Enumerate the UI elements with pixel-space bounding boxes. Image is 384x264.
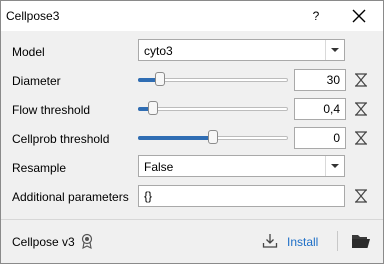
window-title: Cellpose3 — [6, 9, 60, 23]
title-bar: Cellpose3 ? — [1, 1, 383, 31]
flow-threshold-slider[interactable] — [138, 100, 290, 118]
download-icon — [262, 234, 278, 248]
slider-fill — [138, 136, 213, 140]
cellprob-threshold-label: Cellprob threshold — [12, 132, 110, 146]
close-button[interactable] — [347, 6, 371, 26]
model-value: cyto3 — [144, 44, 173, 58]
install-label: Install — [287, 235, 319, 249]
resample-label: Resample — [12, 161, 67, 175]
slider-handle[interactable] — [208, 130, 218, 144]
award-badge-icon[interactable] — [80, 233, 94, 249]
resample-value: False — [144, 160, 174, 174]
additional-parameters-input[interactable]: {} — [138, 185, 345, 207]
cellpose-dialog: Cellpose3 ? Model cyto3 Diameter 30 Flow… — [0, 0, 384, 264]
reset-icon[interactable] — [353, 188, 369, 204]
reset-icon[interactable] — [353, 101, 369, 117]
footer-separator — [337, 231, 338, 251]
slider-groove — [138, 107, 288, 111]
slider-handle[interactable] — [155, 72, 165, 86]
reset-icon[interactable] — [353, 130, 369, 146]
model-dropdown-button[interactable] — [325, 40, 344, 60]
diameter-slider[interactable] — [138, 71, 290, 89]
help-button[interactable]: ? — [307, 7, 325, 25]
slider-handle[interactable] — [148, 101, 158, 115]
chevron-down-icon — [331, 164, 339, 168]
diameter-label: Diameter — [12, 74, 61, 88]
model-label: Model — [12, 45, 45, 59]
chevron-down-icon — [331, 48, 339, 52]
plugin-name: Cellpose v3 — [12, 235, 75, 249]
flow-threshold-input[interactable]: 0,4 — [294, 98, 346, 120]
resample-dropdown-button[interactable] — [325, 156, 344, 176]
cellprob-threshold-input[interactable]: 0 — [294, 127, 346, 149]
additional-parameters-label: Additional parameters — [12, 190, 129, 204]
model-select[interactable]: cyto3 — [138, 39, 345, 61]
flow-threshold-label: Flow threshold — [12, 103, 91, 117]
install-button[interactable]: Install — [262, 233, 322, 251]
folder-open-icon[interactable] — [351, 233, 371, 249]
diameter-input[interactable]: 30 — [294, 69, 346, 91]
footer-divider — [1, 219, 383, 220]
cellprob-threshold-slider[interactable] — [138, 129, 290, 147]
close-icon — [352, 9, 366, 23]
reset-icon[interactable] — [353, 72, 369, 88]
resample-select[interactable]: False — [138, 155, 345, 177]
